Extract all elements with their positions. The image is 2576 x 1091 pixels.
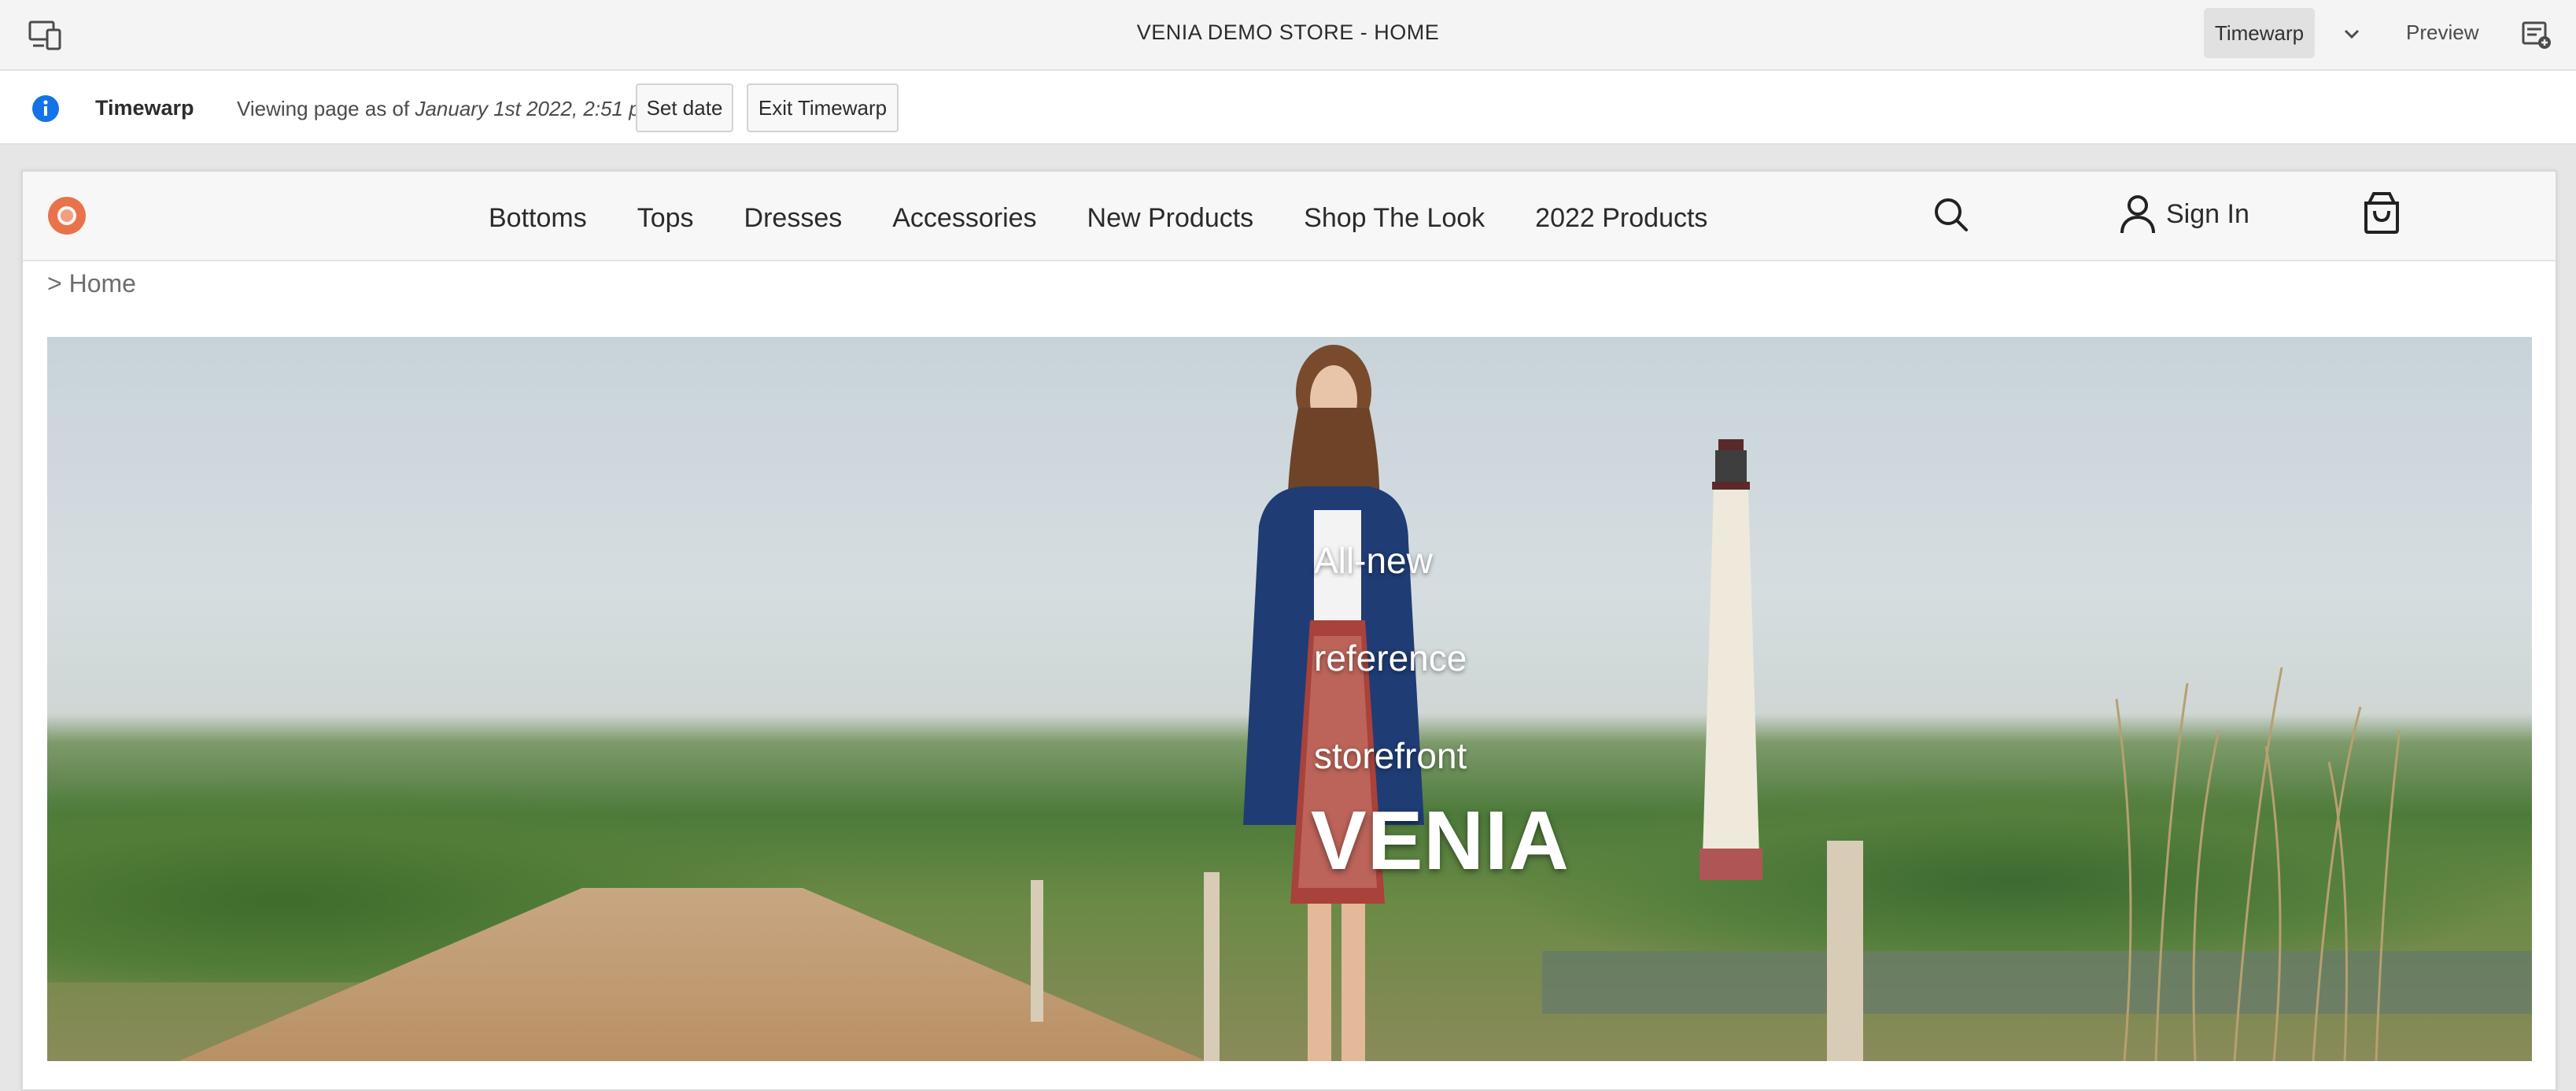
exit-timewarp-button[interactable]: Exit Timewarp xyxy=(747,83,899,132)
nav-item-dresses[interactable]: Dresses xyxy=(744,203,843,234)
lighthouse-image xyxy=(1699,439,1762,880)
nav-item-accessories[interactable]: Accessories xyxy=(892,203,1036,234)
user-icon xyxy=(2120,195,2155,234)
hero-headline: All-new reference storefront xyxy=(1314,512,1467,804)
hero-line: All-new xyxy=(1314,540,1433,581)
nav-item-shop-the-look[interactable]: Shop The Look xyxy=(1304,203,1485,234)
venia-logo[interactable] xyxy=(46,195,87,236)
shopping-bag-icon[interactable] xyxy=(2361,190,2402,235)
fence-post xyxy=(1204,872,1220,1061)
timewarp-bar: Timewarp Viewing page as of January 1st … xyxy=(0,71,2576,145)
timewarp-label: Timewarp xyxy=(95,96,194,120)
nav-item-bottoms[interactable]: Bottoms xyxy=(489,203,587,234)
info-icon xyxy=(32,95,59,122)
preview-button[interactable]: Preview xyxy=(2406,20,2478,45)
hero-line: storefront xyxy=(1314,735,1467,776)
timewarp-viewing-text: Viewing page as of January 1st 2022, 2:5… xyxy=(237,97,657,121)
editor-topbar: VENIA DEMO STORE - HOME Timewarp Preview xyxy=(0,0,2576,71)
viewing-date: January 1st 2022, 2:51 pm xyxy=(415,97,658,120)
breadcrumb[interactable]: > Home xyxy=(47,269,136,298)
search-icon[interactable] xyxy=(1932,195,1971,235)
main-navigation: Bottoms Tops Dresses Accessories New Pro… xyxy=(489,203,1758,234)
site-header: Bottoms Tops Dresses Accessories New Pro… xyxy=(23,172,2556,261)
fence-post xyxy=(1031,880,1043,1022)
page-canvas: Bottoms Tops Dresses Accessories New Pro… xyxy=(21,170,2557,1091)
viewing-prefix: Viewing page as of xyxy=(237,97,415,120)
grass-image xyxy=(2115,667,2401,1061)
nav-item-new-products[interactable]: New Products xyxy=(1087,203,1254,234)
timewarp-mode-button[interactable]: Timewarp xyxy=(2204,8,2315,58)
fence-post xyxy=(1827,841,1863,1061)
set-date-button[interactable]: Set date xyxy=(636,83,733,132)
sign-in-button[interactable]: Sign In xyxy=(2119,192,2249,236)
hero-brand: VENIA xyxy=(1311,794,1570,887)
nav-item-tops[interactable]: Tops xyxy=(637,203,694,234)
nav-item-2022-products[interactable]: 2022 Products xyxy=(1535,203,1707,234)
chevron-down-icon[interactable] xyxy=(2340,22,2364,46)
sign-in-label: Sign In xyxy=(2166,198,2249,229)
hero-banner[interactable]: All-new reference storefront VENIA xyxy=(47,337,2532,1061)
hero-line: reference xyxy=(1314,638,1467,679)
publish-icon[interactable] xyxy=(2521,19,2552,50)
page-title: VENIA DEMO STORE - HOME xyxy=(1136,20,1440,44)
